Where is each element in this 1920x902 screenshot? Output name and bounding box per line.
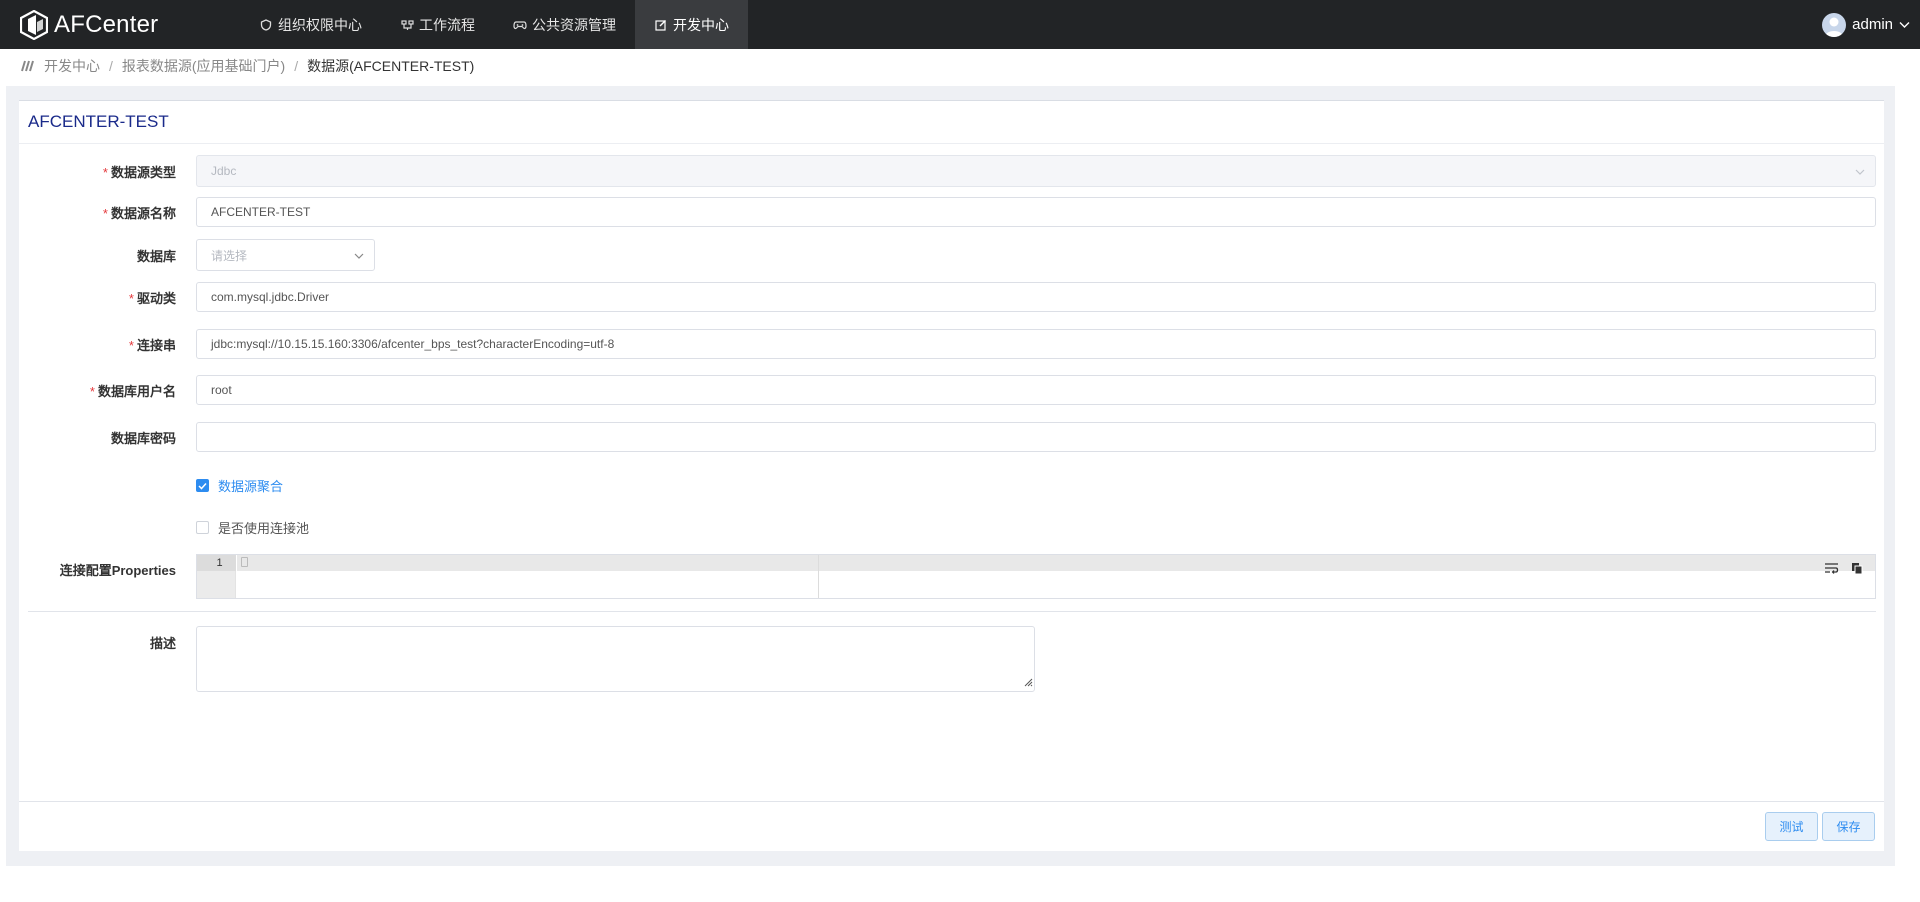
select-placeholder: 请选择: [211, 248, 248, 263]
checkbox-unchecked-icon: [196, 521, 209, 534]
edit-icon: [654, 18, 668, 32]
form-row-type: * 数据源类型 Jdbc: [19, 155, 1884, 187]
select-value: Jdbc: [211, 164, 237, 178]
fold-marker-icon: [241, 557, 248, 567]
top-navbar: AFCenter 组织权限中心 工作流程 公共资源管理 开发中心 admin: [0, 0, 1920, 49]
form-divider: [28, 611, 1876, 612]
editor-toolbar: [1824, 562, 1863, 578]
nav-label: 工作流程: [419, 16, 475, 33]
nav-item-org-permissions[interactable]: 组织权限中心: [240, 0, 381, 49]
copy-icon[interactable]: [1851, 562, 1863, 578]
editor-print-margin: [818, 555, 819, 598]
form-row-name: * 数据源名称 AFCENTER-TEST: [19, 197, 1884, 227]
input-value: root: [211, 383, 232, 397]
input-value: jdbc:mysql://10.15.15.160:3306/afcenter_…: [211, 337, 615, 351]
connection-url-input[interactable]: jdbc:mysql://10.15.15.160:3306/afcenter_…: [196, 329, 1876, 359]
shield-icon: [259, 18, 273, 32]
main-nav: 组织权限中心 工作流程 公共资源管理 开发中心: [240, 0, 748, 49]
breadcrumb-item-current: 数据源(AFCENTER-TEST): [307, 58, 475, 74]
properties-code-editor[interactable]: 1: [196, 554, 1876, 599]
nav-label: 开发中心: [673, 16, 729, 33]
field-label: 数据库: [136, 248, 176, 264]
datasource-type-select[interactable]: Jdbc: [196, 155, 1876, 187]
required-mark: *: [128, 290, 134, 306]
use-pool-checkbox[interactable]: 是否使用连接池: [196, 518, 309, 537]
datasource-form-panel: AFCENTER-TEST * 数据源类型 Jdbc * 数据源名称 AFCENTE…: [19, 100, 1884, 851]
chevron-down-icon: [1899, 16, 1910, 33]
save-button[interactable]: 保存: [1822, 812, 1875, 841]
form-footer: 测试 保存: [19, 801, 1884, 851]
required-mark: *: [102, 164, 108, 180]
breadcrumb-item-report-datasource[interactable]: 报表数据源(应用基础门户): [122, 56, 285, 76]
breadcrumb: 开发中心 / 报表数据源(应用基础门户) / 数据源(AFCENTER-TEST…: [20, 49, 474, 83]
driver-class-input[interactable]: com.mysql.jdbc.Driver: [196, 282, 1876, 312]
breadcrumb-separator: /: [109, 58, 113, 74]
form-row-database: 数据库 请选择: [19, 239, 1884, 271]
field-label: * 数据源名称: [102, 205, 176, 221]
resize-handle-icon[interactable]: [1023, 675, 1033, 690]
wrap-lines-icon[interactable]: [1824, 562, 1839, 578]
checkbox-label: 数据源聚合: [218, 479, 284, 494]
test-button[interactable]: 测试: [1765, 812, 1818, 841]
db-password-input[interactable]: [196, 422, 1876, 452]
active-line-highlight: [237, 555, 1875, 571]
required-mark: *: [128, 337, 134, 353]
form-row-driver: * 驱动类 com.mysql.jdbc.Driver: [19, 282, 1884, 312]
breadcrumb-icon: [20, 60, 36, 72]
form-row-properties: 连接配置Properties 1: [19, 554, 1884, 599]
field-label: * 数据库用户名: [89, 383, 176, 399]
db-username-input[interactable]: root: [196, 375, 1876, 405]
form-row-username: * 数据库用户名 root: [19, 375, 1884, 405]
user-name: admin: [1852, 16, 1893, 33]
nav-item-public-resources[interactable]: 公共资源管理: [494, 0, 635, 49]
nav-item-workflow[interactable]: 工作流程: [381, 0, 494, 49]
breadcrumb-item-dev-center[interactable]: 开发中心: [44, 56, 100, 76]
brand-name: AFCenter: [54, 10, 159, 38]
workflow-icon: [400, 18, 414, 32]
form-row-description: 描述: [19, 626, 1884, 692]
field-label: * 驱动类: [128, 290, 176, 306]
brand-logo[interactable]: AFCenter: [19, 0, 240, 49]
datasource-name-input[interactable]: AFCENTER-TEST: [196, 197, 1876, 227]
field-label: 数据库密码: [110, 430, 176, 446]
afcenter-logo-icon: [19, 9, 49, 40]
input-value: com.mysql.jdbc.Driver: [211, 290, 330, 304]
breadcrumb-separator: /: [294, 58, 299, 74]
required-mark: *: [89, 383, 95, 399]
description-textarea[interactable]: [196, 626, 1035, 692]
aggregate-checkbox[interactable]: 数据源聚合: [196, 476, 283, 495]
form-row-password: 数据库密码: [19, 422, 1884, 452]
input-value: AFCENTER-TEST: [211, 205, 311, 219]
chevron-down-icon: [354, 250, 364, 260]
database-select[interactable]: 请选择: [196, 239, 375, 271]
line-number: 1: [197, 555, 236, 571]
nav-item-dev-center[interactable]: 开发中心: [635, 0, 748, 49]
field-label: * 数据源类型: [102, 164, 176, 180]
form-row-url: * 连接串 jdbc:mysql://10.15.15.160:3306/afce…: [19, 329, 1884, 359]
content-area: AFCENTER-TEST * 数据源类型 Jdbc * 数据源名称 AFCENTE…: [6, 86, 1895, 866]
nav-label: 组织权限中心: [278, 16, 362, 33]
avatar: [1822, 12, 1847, 37]
required-mark: *: [102, 205, 108, 221]
checkbox-label: 是否使用连接池: [218, 521, 310, 536]
panel-title: AFCENTER-TEST: [19, 101, 1884, 144]
gamepad-icon: [513, 18, 527, 32]
field-label: 连接配置Properties: [59, 563, 176, 578]
field-label: 描述: [149, 636, 176, 651]
checkbox-checked-icon: [196, 479, 209, 492]
nav-label: 公共资源管理: [532, 16, 616, 33]
user-menu[interactable]: admin: [1822, 0, 1910, 49]
chevron-down-icon: [1855, 166, 1865, 176]
field-label: * 连接串: [128, 337, 176, 353]
